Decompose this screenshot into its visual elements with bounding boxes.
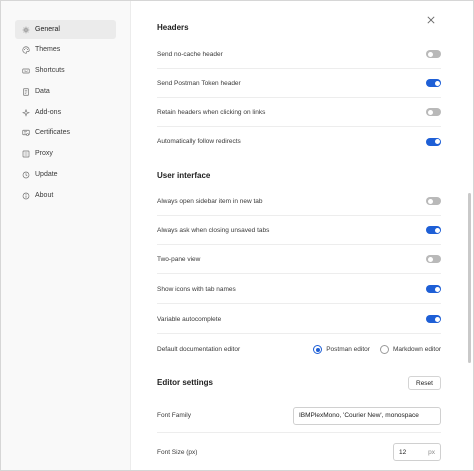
setting-label: Always ask when closing unsaved tabs	[157, 226, 270, 234]
setting-label: Send no-cache header	[157, 50, 223, 58]
gear-icon	[21, 25, 30, 34]
setting-label: Always open sidebar item in new tab	[157, 197, 263, 205]
sidebar-item-themes[interactable]: Themes	[15, 40, 116, 59]
radio-label: Markdown editor	[392, 346, 441, 353]
radio-option-postman-editor[interactable]: Postman editor	[313, 345, 370, 354]
font-size-input[interactable]: 12 px	[393, 443, 441, 461]
font-family-input[interactable]: IBMPlexMono, 'Courier New', monospace	[293, 406, 441, 425]
setting-label: Retain headers when clicking on links	[157, 108, 266, 116]
sidebar-item-label: Data	[35, 88, 50, 95]
radio-postman-editor[interactable]	[313, 345, 323, 354]
sidebar-item-label: About	[35, 192, 54, 199]
sidebar-item-label: Themes	[35, 46, 61, 53]
toggle-retain-headers[interactable]	[426, 108, 441, 116]
toggle-follow-redirects[interactable]	[426, 137, 441, 146]
font-size-value: 12	[399, 448, 407, 456]
toggle-ask-closing-unsaved[interactable]	[426, 226, 441, 234]
sidebar-item-update[interactable]: Update	[15, 165, 116, 184]
toggle-send-postman-token[interactable]	[426, 79, 441, 87]
info-icon	[21, 191, 30, 200]
database-icon	[21, 87, 30, 96]
sidebar-item-label: Shortcuts	[35, 67, 65, 74]
setting-row-send-no-cache: Send no-cache header	[157, 40, 441, 69]
settings-sidebar: General Themes Shortcuts Data Add-ons Ce…	[1, 1, 131, 470]
toggle-send-no-cache[interactable]	[426, 50, 441, 58]
setting-row-doc-editor: Default documentation editor Postman edi…	[157, 335, 441, 364]
toggle-show-icons-tab-names[interactable]	[426, 285, 441, 293]
radio-option-markdown-editor[interactable]: Markdown editor	[379, 345, 441, 354]
sidebar-item-label: Add-ons	[35, 109, 62, 116]
setting-row-show-icons-tab-names: Show icons with tab names	[157, 275, 441, 304]
certificate-icon	[21, 128, 30, 137]
sidebar-item-proxy[interactable]: Proxy	[15, 144, 116, 163]
plugin-icon	[21, 108, 30, 117]
sidebar-item-add-ons[interactable]: Add-ons	[15, 103, 116, 122]
setting-row-follow-redirects: Automatically follow redirects	[157, 127, 441, 156]
setting-label: Font Size (px)	[157, 448, 198, 456]
toggle-variable-autocomplete[interactable]	[426, 315, 441, 323]
settings-window: General Themes Shortcuts Data Add-ons Ce…	[0, 0, 474, 471]
radio-label: Postman editor	[326, 346, 370, 353]
palette-icon	[21, 45, 30, 54]
setting-row-send-postman-token: Send Postman Token header	[157, 69, 441, 98]
editor-settings-section-title: Editor settings	[157, 378, 214, 387]
keyboard-icon	[21, 66, 30, 75]
sidebar-item-data[interactable]: Data	[15, 82, 116, 101]
sidebar-item-label: Update	[35, 171, 58, 178]
setting-row-font-size: Font Size (px) 12 px	[157, 437, 441, 467]
setting-row-ask-closing-unsaved: Always ask when closing unsaved tabs	[157, 216, 441, 245]
headers-section-title: Headers	[157, 23, 189, 32]
reset-button[interactable]: Reset	[408, 376, 441, 390]
sidebar-item-certificates[interactable]: Certificates	[15, 123, 116, 142]
settings-content: Headers Send no-cache header Send Postma…	[131, 1, 465, 470]
setting-label: Automatically follow redirects	[157, 138, 241, 145]
setting-row-retain-headers: Retain headers when clicking on links	[157, 98, 441, 127]
proxy-icon	[21, 149, 30, 158]
font-size-unit: px	[428, 448, 435, 456]
setting-row-open-sidebar-new-tab: Always open sidebar item in new tab	[157, 187, 441, 216]
setting-row-font-family: Font Family IBMPlexMono, 'Courier New', …	[157, 399, 441, 433]
sidebar-item-about[interactable]: About	[15, 186, 116, 205]
toggle-two-pane-view[interactable]	[426, 255, 441, 263]
toggle-open-sidebar-new-tab[interactable]	[426, 197, 441, 205]
content-scrollbar[interactable]	[468, 193, 471, 363]
setting-label: Send Postman Token header	[157, 79, 241, 87]
setting-row-variable-autocomplete: Variable autocomplete	[157, 305, 441, 334]
setting-label: Two-pane view	[157, 255, 201, 263]
sidebar-item-shortcuts[interactable]: Shortcuts	[15, 61, 116, 80]
update-icon	[21, 170, 30, 179]
setting-label: Variable autocomplete	[157, 315, 222, 323]
setting-row-two-pane-view: Two-pane view	[157, 245, 441, 274]
sidebar-item-label: Certificates	[35, 129, 71, 136]
setting-label: Font Family	[157, 412, 191, 419]
setting-label: Show icons with tab names	[157, 285, 236, 293]
radio-markdown-editor[interactable]	[379, 345, 389, 354]
user-interface-section-title: User interface	[157, 171, 211, 180]
sidebar-item-label: General	[35, 26, 60, 33]
doc-editor-radio-group: Postman editor Markdown editor	[313, 345, 441, 354]
sidebar-item-label: Proxy	[35, 150, 53, 157]
sidebar-item-general[interactable]: General	[15, 20, 116, 39]
setting-label: Default documentation editor	[157, 346, 241, 353]
